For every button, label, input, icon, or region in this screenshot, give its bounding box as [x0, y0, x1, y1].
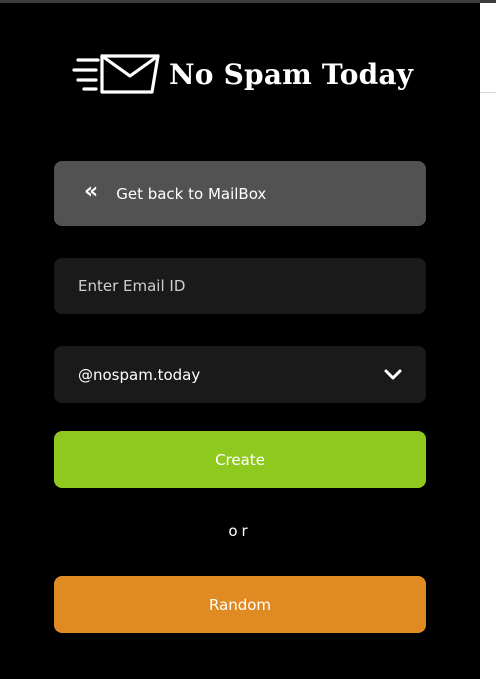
domain-select[interactable]: @nospam.today	[54, 346, 426, 403]
random-button[interactable]: Random	[54, 576, 426, 633]
right-divider	[480, 92, 496, 93]
chevron-down-icon	[384, 369, 402, 379]
brand-logo: No Spam Today	[72, 52, 413, 96]
back-button-label: Get back to MailBox	[116, 184, 267, 203]
back-to-mailbox-button[interactable]: « Get back to MailBox	[54, 161, 426, 226]
double-chevron-left-icon: «	[84, 178, 99, 204]
random-button-label: Random	[208, 595, 272, 614]
create-button-label: Create	[215, 450, 265, 469]
brand-name: No Spam Today	[169, 57, 414, 91]
create-button[interactable]: Create	[54, 431, 426, 488]
envelope-speed-icon	[72, 54, 160, 94]
email-id-input[interactable]	[54, 258, 426, 314]
or-separator: or	[228, 522, 252, 540]
domain-select-value: @nospam.today	[78, 365, 201, 384]
